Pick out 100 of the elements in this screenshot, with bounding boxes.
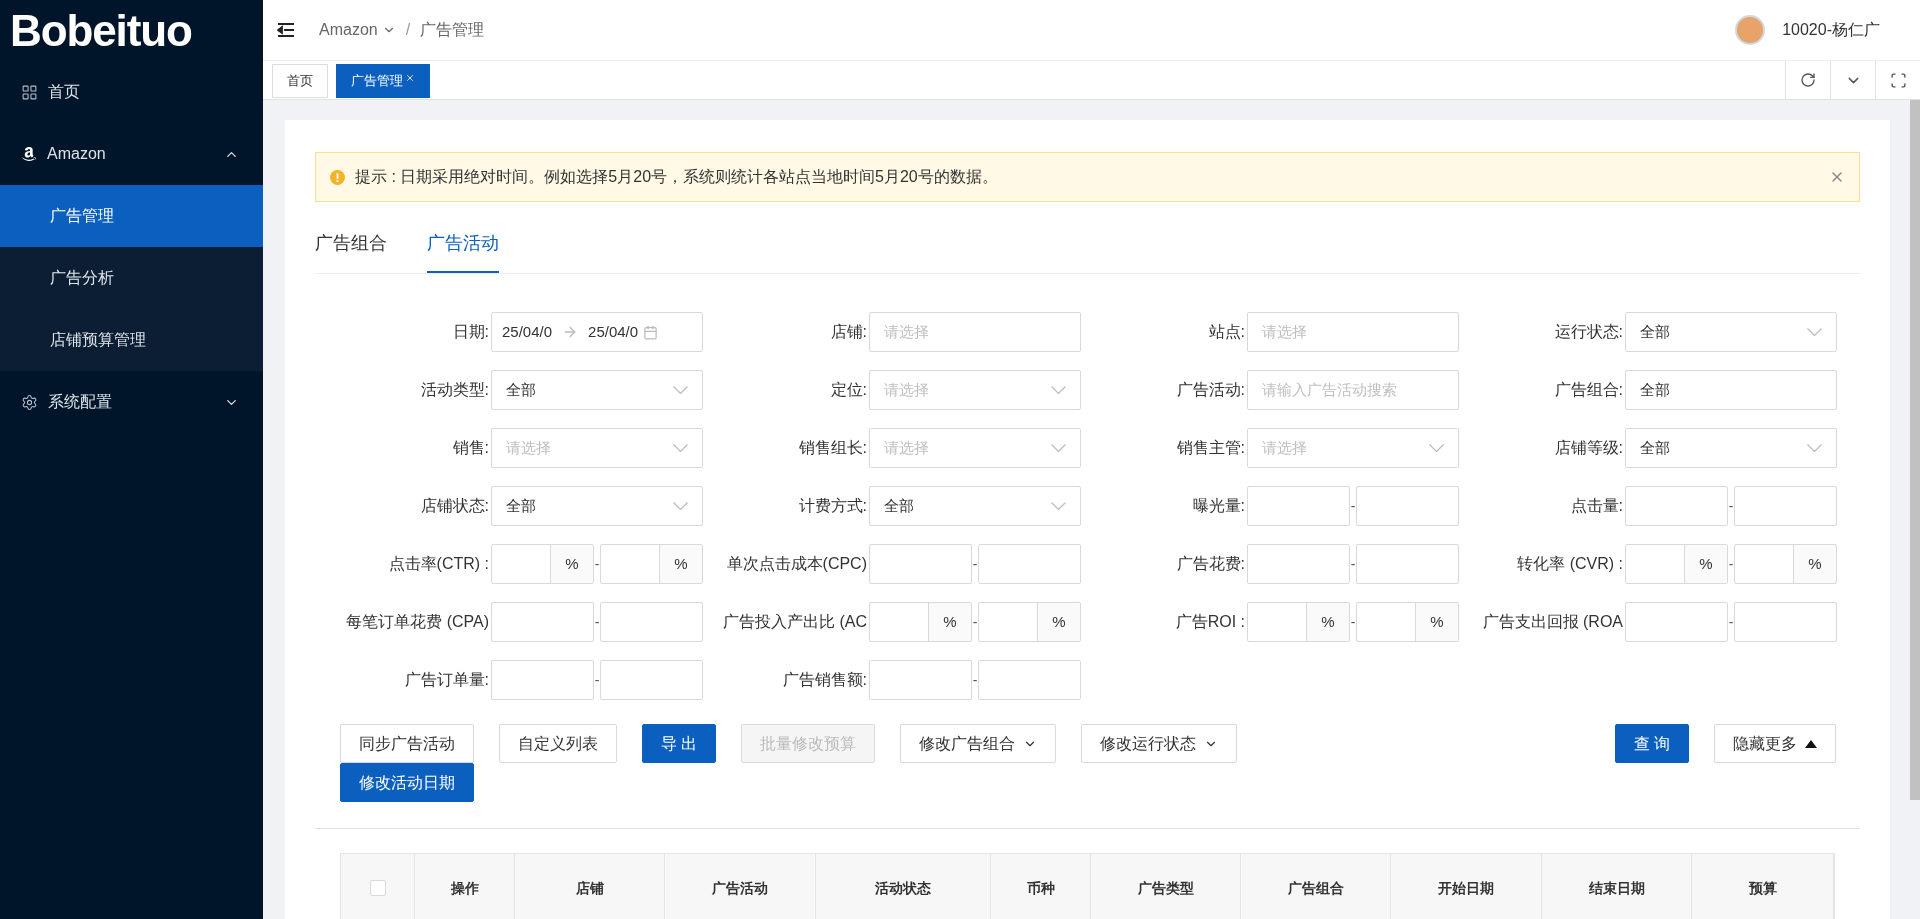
field-label: 活动类型: (419, 380, 490, 400)
date-range-field[interactable]: 25/04/0 25/04/0 (491, 312, 703, 352)
field-label: 日期: (451, 322, 490, 342)
submenu-item[interactable]: 广告管理 (0, 185, 263, 247)
number-field[interactable] (600, 660, 703, 700)
select-field[interactable]: 全部 (491, 486, 703, 526)
field-label: 销售: (451, 438, 490, 458)
number-field[interactable]: % (1734, 544, 1837, 584)
number-field[interactable]: % (491, 544, 594, 584)
field-label: 点击率(CTR) : (387, 554, 490, 574)
field-label: 销售组长: (797, 438, 868, 458)
field-label: 计费方式: (797, 496, 868, 516)
field-label: 运行状态: (1553, 322, 1624, 342)
field-label: 广告投入产出比 (AC (722, 612, 868, 632)
chevron-down-icon (1051, 502, 1066, 510)
column-header: 操作 (415, 854, 515, 919)
content-tab[interactable]: 广告组合 (315, 216, 387, 273)
number-field[interactable]: % (1247, 602, 1350, 642)
field-label: 点击量: (1569, 496, 1624, 516)
number-field[interactable] (491, 660, 594, 700)
page-tab[interactable]: 广告管理 (336, 64, 430, 98)
page-tab[interactable]: 首页 (272, 64, 328, 98)
field-label: 店铺状态: (419, 496, 490, 516)
select-field[interactable]: 全部 (491, 370, 703, 410)
number-field[interactable] (1625, 602, 1728, 642)
chevron-down-icon (1051, 444, 1066, 452)
range-separator: - (594, 554, 600, 574)
number-field[interactable] (1734, 486, 1837, 526)
range-separator: - (972, 554, 978, 574)
sidebar-item[interactable]: Amazon (0, 123, 263, 185)
range-separator: - (972, 612, 978, 632)
triangle-up-icon (1805, 739, 1817, 748)
fullscreen-icon[interactable] (1889, 71, 1907, 89)
field-label: 站点: (1207, 322, 1246, 342)
number-field[interactable] (1247, 544, 1350, 584)
number-field[interactable] (1247, 486, 1350, 526)
amazon-icon (21, 146, 37, 162)
field-label: 曝光量: (1191, 496, 1246, 516)
scrollbar[interactable] (1910, 100, 1920, 800)
range-separator: - (1350, 554, 1356, 574)
field-label: 定位: (829, 380, 868, 400)
number-field[interactable] (978, 544, 1081, 584)
breadcrumb-item[interactable]: Amazon (319, 18, 396, 42)
action-button[interactable]: 隐藏更多 (1714, 724, 1836, 763)
avatar[interactable] (1735, 15, 1766, 45)
field-label: 转化率 (CVR) : (1516, 554, 1624, 574)
number-field[interactable] (1356, 544, 1459, 584)
field-label: 广告组合: (1553, 380, 1624, 400)
input-field[interactable]: 全部 (1625, 370, 1837, 410)
field-label: 广告活动: (1175, 380, 1246, 400)
chevron-down-icon (673, 502, 688, 510)
settings-icon (21, 393, 38, 411)
number-field[interactable] (978, 660, 1081, 700)
number-field[interactable]: % (600, 544, 703, 584)
field-label: 单次点击成本(CPC) (725, 554, 868, 574)
submenu-item[interactable]: 店铺预算管理 (0, 309, 263, 371)
field-label: 广告订单量: (403, 670, 490, 690)
action-button[interactable]: 自定义列表 (499, 724, 617, 763)
action-button[interactable]: 修改活动日期 (340, 763, 474, 802)
field-label: 广告花费: (1175, 554, 1246, 574)
number-field[interactable]: % (1625, 544, 1728, 584)
chevron-down-icon (673, 386, 688, 394)
range-separator: - (972, 670, 978, 690)
number-field[interactable]: % (978, 602, 1081, 642)
range-separator: - (1350, 496, 1356, 516)
action-button[interactable]: 修改广告组合 (900, 724, 1057, 763)
checkbox[interactable] (369, 880, 386, 896)
select-field[interactable]: 全部 (869, 486, 1081, 526)
number-field[interactable] (1356, 486, 1459, 526)
grid-icon (21, 83, 38, 101)
range-separator: - (1728, 554, 1734, 574)
content-tab[interactable]: 广告活动 (427, 216, 499, 273)
number-field[interactable]: % (1356, 602, 1459, 642)
action-button[interactable]: 修改运行状态 (1081, 724, 1238, 763)
select-field[interactable]: 全部 (1625, 312, 1837, 352)
action-button[interactable]: 查 询 (1614, 724, 1689, 763)
number-field[interactable] (869, 544, 972, 584)
number-field[interactable] (1734, 602, 1837, 642)
close-icon[interactable] (405, 73, 415, 83)
action-button[interactable]: 同步广告活动 (340, 724, 474, 763)
number-field[interactable]: % (869, 602, 972, 642)
column-header: 结束日期 (1542, 854, 1692, 919)
refresh-icon[interactable] (1800, 72, 1816, 88)
number-field[interactable] (491, 602, 594, 642)
sidebar-item[interactable]: 系统配置 (0, 371, 263, 433)
number-field[interactable] (600, 602, 703, 642)
user-name[interactable]: 10020-杨仁广 (1782, 18, 1880, 42)
range-separator: - (1728, 496, 1734, 516)
sidebar-item[interactable]: 首页 (0, 61, 263, 123)
breadcrumb-item[interactable]: 广告管理 (420, 18, 485, 42)
column-header: 广告组合 (1241, 854, 1391, 919)
number-field[interactable] (869, 660, 972, 700)
submenu-item[interactable]: 广告分析 (0, 247, 263, 309)
action-button[interactable]: 导 出 (642, 724, 717, 763)
column-header: 广告活动 (665, 854, 816, 919)
menu-fold-icon[interactable] (277, 22, 295, 38)
select-field[interactable]: 全部 (1625, 428, 1837, 468)
number-field[interactable] (1625, 486, 1728, 526)
field-label: 广告支出回报 (ROA (1481, 612, 1624, 632)
column-header: 活动状态 (816, 854, 991, 919)
